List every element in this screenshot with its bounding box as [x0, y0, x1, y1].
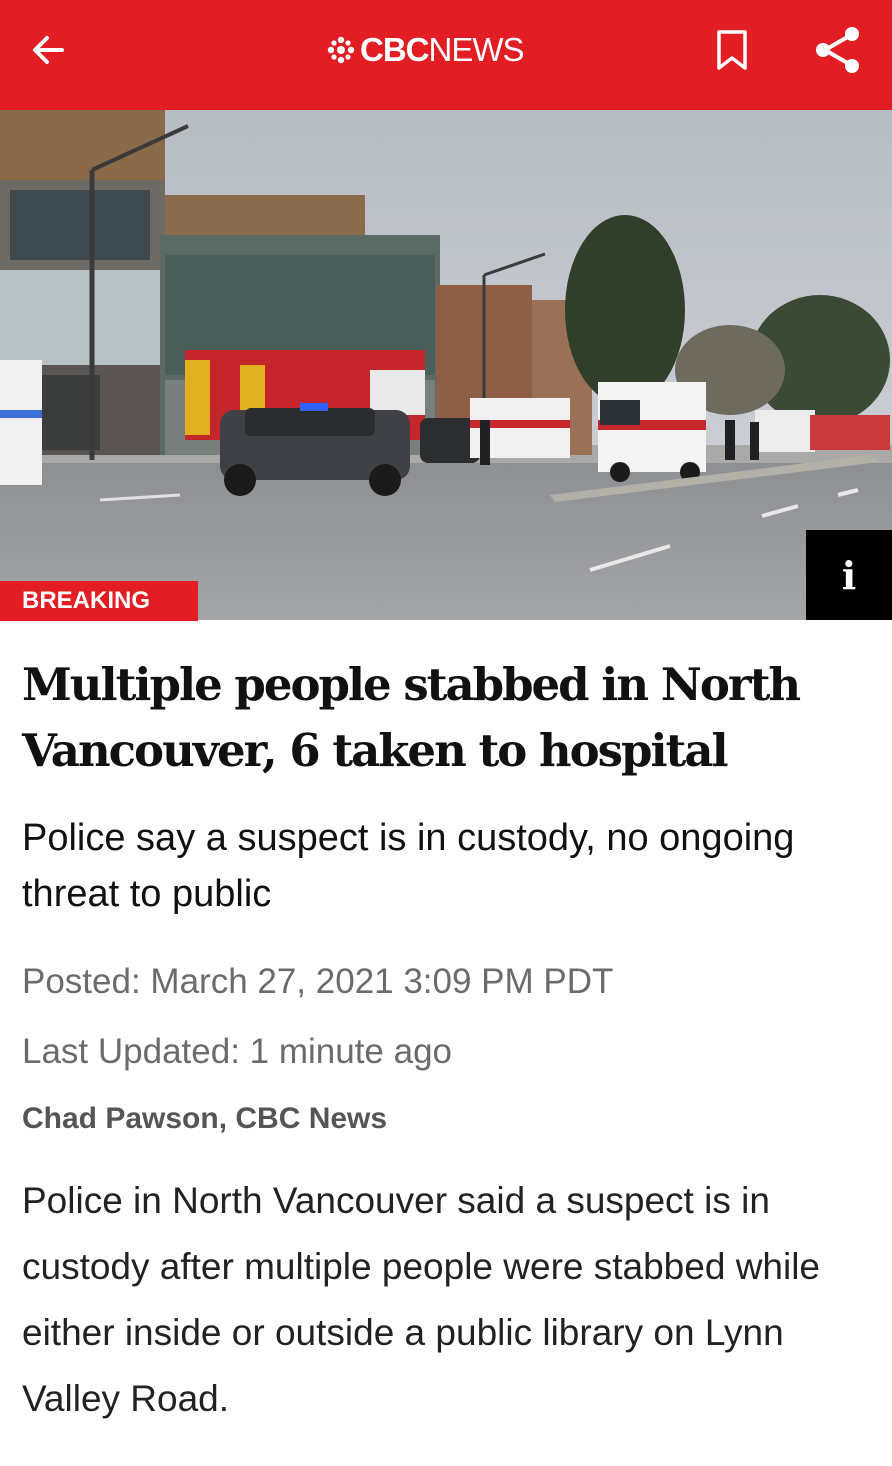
street-scene-photo [0, 110, 892, 620]
hero-image[interactable] [0, 110, 892, 620]
bookmark-icon [717, 30, 747, 70]
brand-news: NEWS [428, 31, 525, 68]
share-button[interactable] [808, 20, 868, 80]
image-info-button[interactable]: i [806, 530, 892, 620]
bookmark-button[interactable] [704, 22, 760, 78]
article-headline: Multiple people stabbed in North Vancouv… [22, 658, 801, 777]
posted-date: Posted: March 27, 2021 3:09 PM PDT [22, 962, 614, 1001]
cbc-news-logo: CBC NEWS [326, 28, 525, 72]
article-body-paragraph: Police in North Vancouver said a suspect… [22, 1180, 821, 1419]
last-updated: Last Updated: 1 minute ago [22, 1032, 453, 1071]
brand-cbc: CBC [360, 31, 429, 68]
breaking-badge: BREAKING [0, 581, 198, 621]
byline: Chad Pawson, CBC News [22, 1102, 388, 1135]
article-deck: Police say a suspect is in custody, no o… [22, 817, 795, 915]
arrow-left-icon [33, 36, 64, 64]
back-button[interactable] [20, 22, 76, 78]
info-icon: i [841, 552, 857, 598]
share-icon [816, 27, 859, 73]
cbc-gem-icon [327, 36, 355, 64]
top-app-bar: CBC NEWS [0, 0, 892, 110]
